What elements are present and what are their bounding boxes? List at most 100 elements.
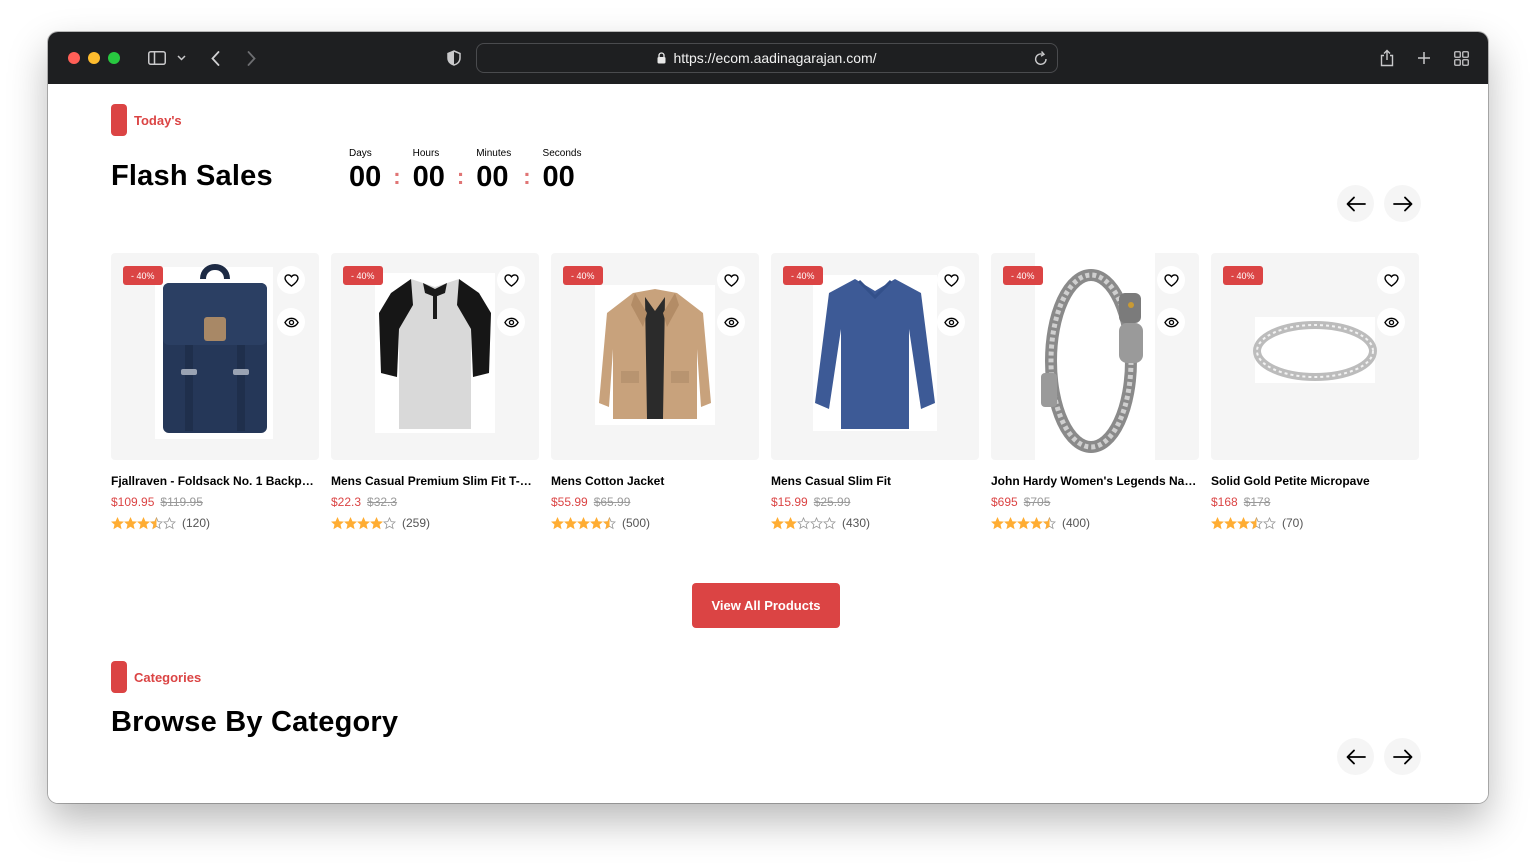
product-prices: $22.3 $32.3 [331, 495, 539, 509]
product-price: $22.3 [331, 495, 362, 509]
product-prices: $695 $705 [991, 495, 1199, 509]
quick-view-button[interactable] [1157, 308, 1185, 336]
quick-view-button[interactable] [497, 308, 525, 336]
product-image-box[interactable]: - 40% [331, 253, 539, 460]
eye-icon [1163, 317, 1179, 327]
review-count: (430) [842, 516, 871, 530]
quick-view-button[interactable] [277, 308, 305, 336]
quick-view-button[interactable] [717, 308, 745, 336]
page-content: Today's Flash Sales Days 00 : Hours 00 :… [48, 84, 1488, 803]
product-card[interactable]: - 40% Fjallraven - Foldsack No. 1 Backpa… [111, 253, 319, 530]
star-icon [370, 516, 383, 530]
product-old-price: $65.99 [593, 495, 631, 509]
product-name[interactable]: Mens Casual Premium Slim Fit T-Shirts [331, 474, 539, 488]
timer-separator: : [523, 164, 531, 189]
eye-icon [943, 317, 959, 327]
privacy-shield-icon[interactable] [445, 46, 463, 70]
new-tab-icon[interactable] [1415, 46, 1433, 70]
product-name[interactable]: John Hardy Women's Legends Naga Gold & S… [991, 474, 1199, 488]
tab-overview-icon[interactable] [1452, 46, 1470, 70]
window-controls [68, 52, 120, 64]
back-arrow-icon[interactable] [206, 46, 224, 70]
review-count: (400) [1062, 516, 1091, 530]
product-name[interactable]: Mens Cotton Jacket [551, 474, 759, 488]
heart-icon [503, 273, 519, 287]
wishlist-heart-button[interactable] [1377, 266, 1405, 294]
product-card[interactable]: - 40% John Hardy Women's Legends Naga Go… [991, 253, 1199, 530]
product-image-box[interactable]: - 40% [991, 253, 1199, 460]
star-icon [357, 516, 370, 530]
product-image-box[interactable]: - 40% [771, 253, 979, 460]
eye-icon [503, 317, 519, 327]
product-card[interactable]: - 40% Mens Cotton Jacket $55.99 $65.99 (… [551, 253, 759, 530]
close-window-button[interactable] [68, 52, 80, 64]
wishlist-heart-button[interactable] [717, 266, 745, 294]
timer-seconds: Seconds 00 [543, 148, 582, 193]
zoom-window-button[interactable] [108, 52, 120, 64]
product-rating: (70) [1211, 516, 1419, 530]
eye-icon [723, 317, 739, 327]
heart-icon [943, 273, 959, 287]
product-price: $695 [991, 495, 1018, 509]
product-rating: (259) [331, 516, 539, 530]
view-all-products-button[interactable]: View All Products [692, 583, 840, 628]
hours-value: 00 [412, 161, 445, 193]
product-card[interactable]: - 40% Mens Casual Slim Fit $15.99 $25.99… [771, 253, 979, 530]
product-rating: (500) [551, 516, 759, 530]
wishlist-heart-button[interactable] [937, 266, 965, 294]
todays-tag: Today's [111, 104, 182, 136]
category-next-button[interactable] [1384, 738, 1421, 775]
reload-icon[interactable] [1034, 50, 1048, 69]
flash-sales-title: Flash Sales [111, 160, 273, 192]
address-bar[interactable]: https://ecom.aadinagarajan.com/ [476, 43, 1058, 73]
rating-stars [1211, 516, 1276, 530]
product-image-box[interactable]: - 40% [1211, 253, 1419, 460]
flash-prev-button[interactable] [1337, 185, 1374, 222]
product-rating: (400) [991, 516, 1199, 530]
star-icon [551, 516, 564, 530]
product-name[interactable]: Mens Casual Slim Fit [771, 474, 979, 488]
rating-stars [771, 516, 836, 530]
star-icon [1043, 516, 1056, 530]
star-icon [991, 516, 1004, 530]
product-old-price: $25.99 [813, 495, 851, 509]
review-count: (500) [622, 516, 651, 530]
lock-icon [657, 52, 666, 64]
browser-toolbar: https://ecom.aadinagarajan.com/ [48, 32, 1488, 84]
rating-stars [991, 516, 1056, 530]
eye-icon [283, 317, 299, 327]
heart-icon [723, 273, 739, 287]
product-name[interactable]: Solid Gold Petite Micropave [1211, 474, 1419, 488]
minimize-window-button[interactable] [88, 52, 100, 64]
arrow-right-icon [1392, 196, 1412, 211]
flash-next-button[interactable] [1384, 185, 1421, 222]
product-image-box[interactable]: - 40% [551, 253, 759, 460]
seconds-label: Seconds [542, 148, 582, 159]
quick-view-button[interactable] [937, 308, 965, 336]
product-card[interactable]: - 40% Solid Gold Petite Micropave $168 $… [1211, 253, 1419, 530]
categories-tag-label: Categories [134, 669, 202, 685]
forward-arrow-icon[interactable] [242, 46, 260, 70]
star-icon [111, 516, 124, 530]
wishlist-heart-button[interactable] [1157, 266, 1185, 294]
category-prev-button[interactable] [1337, 738, 1374, 775]
chevron-down-icon[interactable] [175, 46, 187, 70]
minutes-label: Minutes [476, 148, 512, 159]
heart-icon [1383, 273, 1399, 287]
product-card[interactable]: - 40% Mens Casual Premium Slim Fit T-Shi… [331, 253, 539, 530]
star-icon [784, 516, 797, 530]
product-price: $168 [1211, 495, 1238, 509]
share-icon[interactable] [1378, 46, 1396, 70]
timer-days: Days 00 [349, 148, 381, 193]
wishlist-heart-button[interactable] [497, 266, 525, 294]
wishlist-heart-button[interactable] [277, 266, 305, 294]
product-name[interactable]: Fjallraven - Foldsack No. 1 Backpack, Fi… [111, 474, 319, 488]
sidebar-icon[interactable] [146, 46, 168, 70]
product-image-box[interactable]: - 40% [111, 253, 319, 460]
quick-view-button[interactable] [1377, 308, 1405, 336]
star-icon [590, 516, 603, 530]
star-icon [1211, 516, 1224, 530]
heart-icon [1163, 273, 1179, 287]
timer-hours: Hours 00 [413, 148, 445, 193]
star-icon [150, 516, 163, 530]
